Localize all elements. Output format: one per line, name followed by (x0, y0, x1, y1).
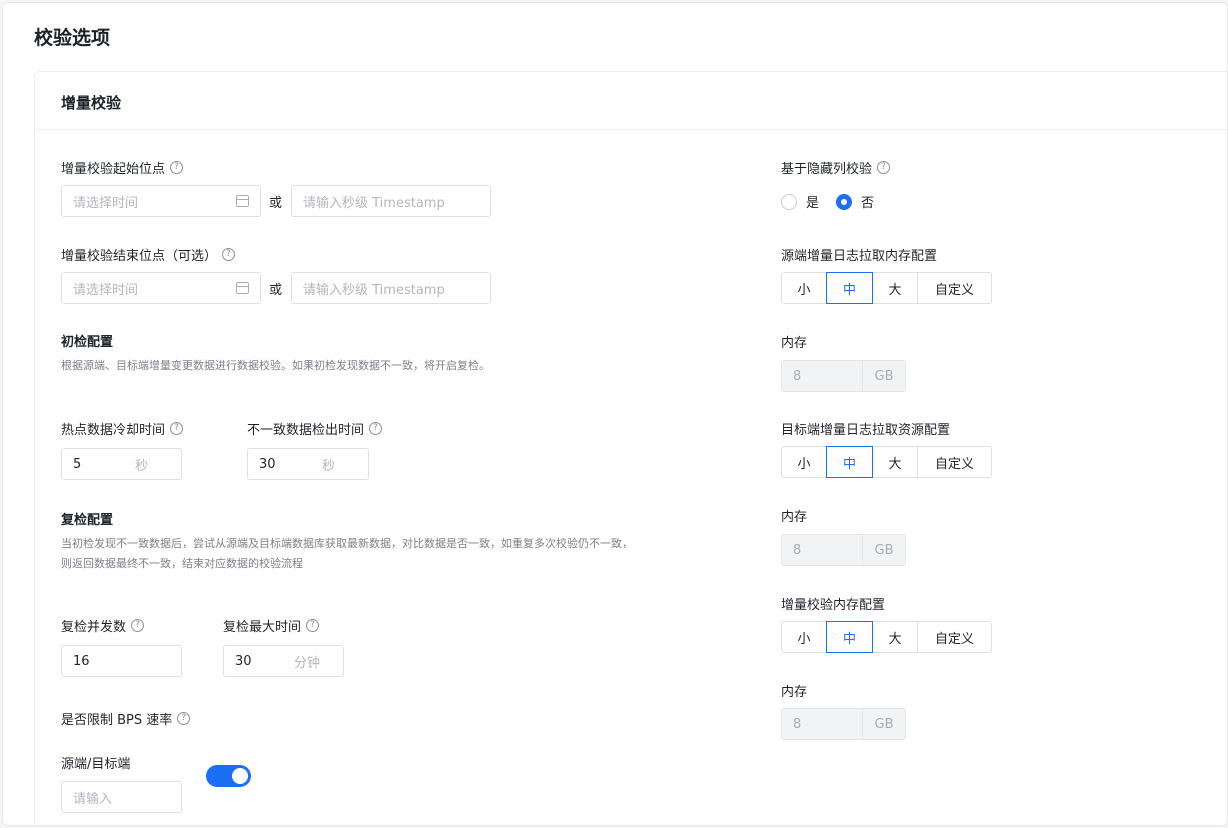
hot-cooldown-input[interactable]: 5 秒 (61, 448, 182, 480)
radio-button-checked[interactable] (836, 193, 852, 210)
source-log-memory-label: 源端增量日志拉取内存配置 (781, 249, 938, 264)
size-option-small[interactable]: 小 (781, 446, 827, 478)
help-icon[interactable]: ? (306, 619, 320, 632)
start-timestamp-input[interactable]: 请输入秒级 Timestamp (291, 185, 491, 217)
start-time-picker[interactable]: 请选择时间 (61, 185, 261, 217)
memory-unit: GB (874, 716, 894, 732)
page-title: 校验选项 (34, 27, 111, 49)
or-text: 或 (269, 283, 283, 298)
size-option-small[interactable]: 小 (781, 621, 827, 653)
help-icon[interactable]: ? (222, 248, 236, 261)
page-container: 校验选项 增量校验 增量校验起始位点 ? 请选择时间 或 请输入秒级 Times… (2, 2, 1228, 826)
incremental-memory-label: 增量校验内存配置 (781, 598, 886, 613)
radio-yes[interactable]: 是 (781, 192, 819, 211)
memory-unit: GB (874, 542, 894, 558)
initial-check-desc: 根据源端、目标端增量变更数据进行数据校验。如果初检发现数据不一致，将开启复检。 (61, 359, 490, 372)
end-point-label: 增量校验结束位点（可选） ? (61, 245, 236, 264)
size-option-large[interactable]: 大 (872, 621, 918, 653)
inconsistent-detect-value: 30 (259, 456, 276, 472)
seconds-unit: 秒 (134, 458, 148, 474)
minutes-unit: 分钟 (293, 655, 320, 671)
recheck-concurrency-value: 16 (73, 653, 90, 669)
help-icon[interactable]: ? (877, 161, 891, 174)
inconsistent-detect-input[interactable]: 30 秒 (247, 448, 369, 480)
seconds-unit: 秒 (321, 458, 335, 474)
size-option-medium[interactable]: 中 (826, 446, 873, 478)
target-memory-input: 8 GB (781, 534, 906, 566)
help-icon[interactable]: ? (369, 422, 383, 435)
size-option-medium[interactable]: 中 (826, 272, 873, 304)
radio-no[interactable]: 否 (836, 192, 874, 211)
source-target-label: 源端/目标端 (61, 757, 131, 772)
end-timestamp-placeholder: 请输入秒级 Timestamp (303, 282, 445, 298)
memory-label: 内存 (781, 685, 808, 700)
help-icon[interactable]: ? (170, 422, 184, 435)
recheck-max-time-label-text: 复检最大时间 (223, 620, 302, 635)
size-option-medium[interactable]: 中 (826, 621, 873, 653)
hidden-column-label: 基于隐藏列校验 ? (781, 158, 891, 177)
bps-limit-toggle[interactable] (206, 765, 251, 787)
recheck-desc-line1: 当初检发现不一致数据后，尝试从源端及目标端数据库获取最新数据，对比数据是否一致，… (61, 537, 633, 550)
start-point-label: 增量校验起始位点 ? (61, 158, 184, 177)
end-time-picker[interactable]: 请选择时间 (61, 272, 261, 304)
help-icon[interactable]: ? (131, 619, 145, 632)
recheck-desc-line2: 则返回数据最终不一致，结束对应数据的校验流程 (61, 557, 303, 570)
radio-yes-label: 是 (806, 196, 820, 211)
start-timestamp-placeholder: 请输入秒级 Timestamp (303, 195, 445, 211)
inconsistent-detect-label-text: 不一致数据检出时间 (247, 423, 365, 438)
recheck-concurrency-input[interactable]: 16 (61, 645, 182, 677)
size-option-custom[interactable]: 自定义 (917, 621, 992, 653)
target-log-resource-label: 目标端增量日志拉取资源配置 (781, 423, 951, 438)
inconsistent-detect-label: 不一致数据检出时间 ? (247, 419, 383, 438)
hot-cooldown-value: 5 (73, 456, 82, 472)
incremental-memory-segmented: 小 中 大 自定义 (781, 621, 992, 653)
radio-no-label: 否 (861, 196, 875, 211)
memory-value: 8 (782, 709, 863, 739)
hot-cooldown-label: 热点数据冷却时间 ? (61, 419, 184, 438)
or-text: 或 (269, 196, 283, 211)
size-option-large[interactable]: 大 (872, 446, 918, 478)
bps-limit-label: 是否限制 BPS 速率 ? (61, 709, 191, 728)
memory-label: 内存 (781, 336, 808, 351)
start-time-placeholder: 请选择时间 (73, 195, 139, 211)
end-point-label-text: 增量校验结束位点（可选） (61, 249, 218, 264)
source-target-input[interactable]: 请输入 (61, 781, 182, 813)
card-header: 增量校验 (35, 72, 1227, 130)
toggle-knob (232, 768, 248, 784)
initial-check-title: 初检配置 (61, 335, 114, 350)
target-log-resource-segmented: 小 中 大 自定义 (781, 446, 992, 478)
size-option-custom[interactable]: 自定义 (917, 272, 992, 304)
help-icon[interactable]: ? (170, 161, 184, 174)
recheck-concurrency-label: 复检并发数 ? (61, 616, 145, 635)
incremental-memory-input: 8 GB (781, 708, 906, 740)
source-memory-input: 8 GB (781, 360, 906, 392)
memory-unit: GB (874, 368, 894, 384)
end-timestamp-input[interactable]: 请输入秒级 Timestamp (291, 272, 491, 304)
size-option-small[interactable]: 小 (781, 272, 827, 304)
recheck-title: 复检配置 (61, 513, 114, 528)
card-title: 增量校验 (61, 94, 122, 112)
hidden-column-label-text: 基于隐藏列校验 (781, 162, 873, 177)
recheck-max-time-label: 复检最大时间 ? (223, 616, 320, 635)
size-option-large[interactable]: 大 (872, 272, 918, 304)
recheck-concurrency-label-text: 复检并发数 (61, 620, 127, 635)
memory-value: 8 (782, 535, 863, 565)
recheck-max-time-value: 30 (235, 653, 252, 669)
start-point-label-text: 增量校验起始位点 (61, 162, 166, 177)
size-option-custom[interactable]: 自定义 (917, 446, 992, 478)
help-icon[interactable]: ? (177, 712, 191, 725)
hot-cooldown-label-text: 热点数据冷却时间 (61, 423, 166, 438)
end-time-placeholder: 请选择时间 (73, 282, 139, 298)
source-target-placeholder: 请输入 (73, 791, 113, 807)
recheck-max-time-input[interactable]: 30 分钟 (223, 645, 344, 677)
calendar-icon (236, 195, 249, 207)
radio-button[interactable] (781, 193, 797, 210)
incremental-check-card: 增量校验 增量校验起始位点 ? 请选择时间 或 请输入秒级 Timestamp … (34, 71, 1227, 825)
memory-label: 内存 (781, 510, 808, 525)
bps-limit-label-text: 是否限制 BPS 速率 (61, 713, 173, 728)
source-log-memory-segmented: 小 中 大 自定义 (781, 272, 992, 304)
memory-value: 8 (782, 361, 863, 391)
calendar-icon (236, 282, 249, 294)
